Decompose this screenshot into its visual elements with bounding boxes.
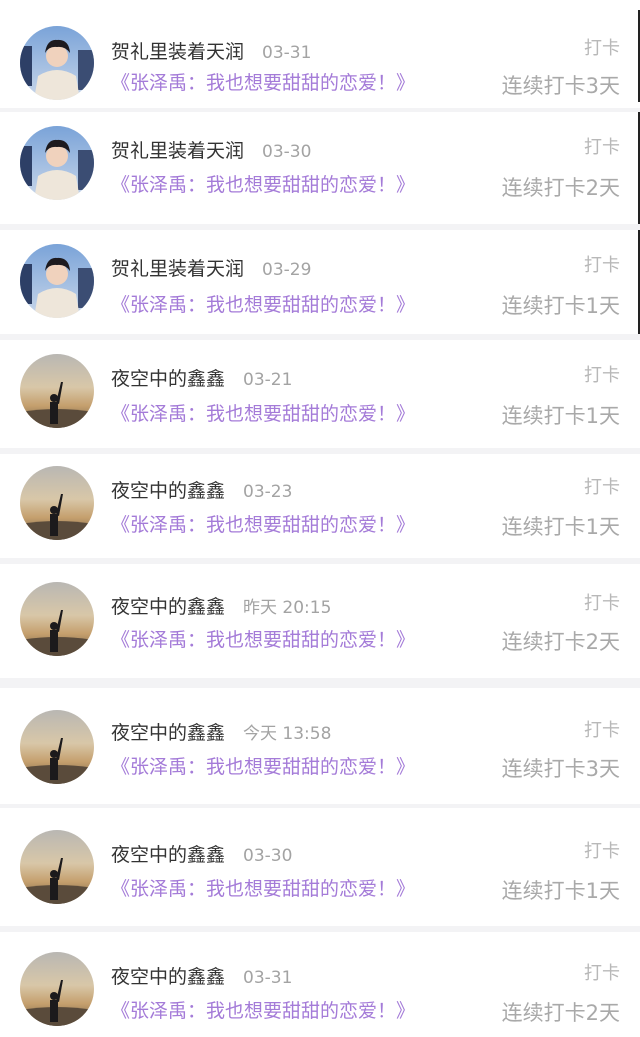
avatar-sunset-silhouette [20, 710, 94, 784]
content-title[interactable]: 《张泽禹：我也想要甜甜的恋爱！》 [111, 290, 415, 317]
checkin-row[interactable]: 贺礼里装着天润 03-29 打卡 《张泽禹：我也想要甜甜的恋爱！》 连续打卡1天 [0, 230, 640, 334]
username[interactable]: 贺礼里装着天润 03-29 [111, 254, 311, 281]
user-avatar[interactable] [20, 830, 94, 904]
avatar-person-photo [20, 244, 94, 318]
username[interactable]: 贺礼里装着天润 03-31 [111, 37, 311, 64]
user-avatar[interactable] [20, 466, 94, 540]
user-avatar[interactable] [20, 26, 94, 100]
post-date: 03-23 [243, 482, 293, 502]
checkin-row[interactable]: 贺礼里装着天润 03-30 打卡 《张泽禹：我也想要甜甜的恋爱！》 连续打卡2天 [0, 112, 640, 224]
username-text[interactable]: 贺礼里装着天润 [111, 41, 244, 63]
content-title[interactable]: 《张泽禹：我也想要甜甜的恋爱！》 [111, 752, 415, 779]
post-date: 03-31 [262, 43, 312, 63]
username[interactable]: 夜空中的鑫鑫 03-31 [111, 962, 292, 989]
streak-count: 连续打卡2天 [501, 630, 620, 654]
username[interactable]: 夜空中的鑫鑫 昨天 20:15 [111, 592, 331, 619]
post-date: 03-30 [262, 142, 312, 162]
content-title[interactable]: 《张泽禹：我也想要甜甜的恋爱！》 [111, 68, 415, 95]
user-avatar[interactable] [20, 244, 94, 318]
username[interactable]: 夜空中的鑫鑫 03-23 [111, 476, 292, 503]
checkin-tag: 打卡 [584, 477, 620, 498]
username-text[interactable]: 夜空中的鑫鑫 [111, 480, 225, 502]
streak-count: 连续打卡3天 [501, 74, 620, 98]
post-date: 昨天 20:15 [243, 598, 332, 618]
username-text[interactable]: 贺礼里装着天润 [111, 258, 244, 280]
streak-count: 连续打卡3天 [501, 757, 620, 781]
post-date: 03-21 [243, 370, 293, 390]
checkin-tag: 打卡 [584, 720, 620, 741]
checkin-row[interactable]: 夜空中的鑫鑫 03-31 打卡 《张泽禹：我也想要甜甜的恋爱！》 连续打卡2天 [0, 932, 640, 1037]
content-title[interactable]: 《张泽禹：我也想要甜甜的恋爱！》 [111, 874, 415, 901]
avatar-sunset-silhouette [20, 466, 94, 540]
checkin-tag: 打卡 [584, 137, 620, 158]
checkin-tag: 打卡 [584, 365, 620, 386]
username-text[interactable]: 贺礼里装着天润 [111, 140, 244, 162]
checkin-row[interactable]: 夜空中的鑫鑫 今天 13:58 打卡 《张泽禹：我也想要甜甜的恋爱！》 连续打卡3… [0, 688, 640, 804]
user-avatar[interactable] [20, 952, 94, 1026]
avatar-person-photo [20, 126, 94, 200]
content-title[interactable]: 《张泽禹：我也想要甜甜的恋爱！》 [111, 996, 415, 1023]
avatar-person-photo [20, 26, 94, 100]
checkin-tag: 打卡 [584, 963, 620, 984]
avatar-sunset-silhouette [20, 354, 94, 428]
username-text[interactable]: 夜空中的鑫鑫 [111, 844, 225, 866]
username-text[interactable]: 夜空中的鑫鑫 [111, 966, 225, 988]
checkin-tag: 打卡 [584, 255, 620, 276]
post-date: 03-30 [243, 846, 293, 866]
content-title[interactable]: 《张泽禹：我也想要甜甜的恋爱！》 [111, 510, 415, 537]
username-text[interactable]: 夜空中的鑫鑫 [111, 368, 225, 390]
avatar-sunset-silhouette [20, 952, 94, 1026]
avatar-sunset-silhouette [20, 582, 94, 656]
streak-count: 连续打卡2天 [501, 1001, 620, 1025]
username[interactable]: 夜空中的鑫鑫 03-21 [111, 364, 292, 391]
checkin-tag: 打卡 [584, 841, 620, 862]
user-avatar[interactable] [20, 354, 94, 428]
username[interactable]: 夜空中的鑫鑫 03-30 [111, 840, 292, 867]
checkin-row[interactable]: 夜空中的鑫鑫 昨天 20:15 打卡 《张泽禹：我也想要甜甜的恋爱！》 连续打卡2… [0, 564, 640, 678]
post-date: 03-29 [262, 260, 312, 280]
post-date: 03-31 [243, 968, 293, 988]
checkin-tag: 打卡 [584, 38, 620, 59]
username-text[interactable]: 夜空中的鑫鑫 [111, 722, 225, 744]
user-avatar[interactable] [20, 126, 94, 200]
checkin-row[interactable]: 夜空中的鑫鑫 03-30 打卡 《张泽禹：我也想要甜甜的恋爱！》 连续打卡1天 [0, 808, 640, 926]
content-title[interactable]: 《张泽禹：我也想要甜甜的恋爱！》 [111, 170, 415, 197]
checkin-tag: 打卡 [584, 593, 620, 614]
streak-count: 连续打卡1天 [501, 404, 620, 428]
checkin-row[interactable]: 贺礼里装着天润 03-31 打卡 《张泽禹：我也想要甜甜的恋爱！》 连续打卡3天 [0, 0, 640, 108]
post-date: 今天 13:58 [243, 724, 332, 744]
username[interactable]: 夜空中的鑫鑫 今天 13:58 [111, 718, 331, 745]
streak-count: 连续打卡2天 [501, 176, 620, 200]
content-title[interactable]: 《张泽禹：我也想要甜甜的恋爱！》 [111, 625, 415, 652]
user-avatar[interactable] [20, 710, 94, 784]
checkin-feed: 贺礼里装着天润 03-31 打卡 《张泽禹：我也想要甜甜的恋爱！》 连续打卡3天 … [0, 0, 640, 1037]
content-title[interactable]: 《张泽禹：我也想要甜甜的恋爱！》 [111, 399, 415, 426]
streak-count: 连续打卡1天 [501, 879, 620, 903]
avatar-sunset-silhouette [20, 830, 94, 904]
checkin-row[interactable]: 夜空中的鑫鑫 03-23 打卡 《张泽禹：我也想要甜甜的恋爱！》 连续打卡1天 [0, 454, 640, 558]
streak-count: 连续打卡1天 [501, 294, 620, 318]
username[interactable]: 贺礼里装着天润 03-30 [111, 136, 311, 163]
streak-count: 连续打卡1天 [501, 515, 620, 539]
username-text[interactable]: 夜空中的鑫鑫 [111, 596, 225, 618]
user-avatar[interactable] [20, 582, 94, 656]
checkin-row[interactable]: 夜空中的鑫鑫 03-21 打卡 《张泽禹：我也想要甜甜的恋爱！》 连续打卡1天 [0, 340, 640, 448]
